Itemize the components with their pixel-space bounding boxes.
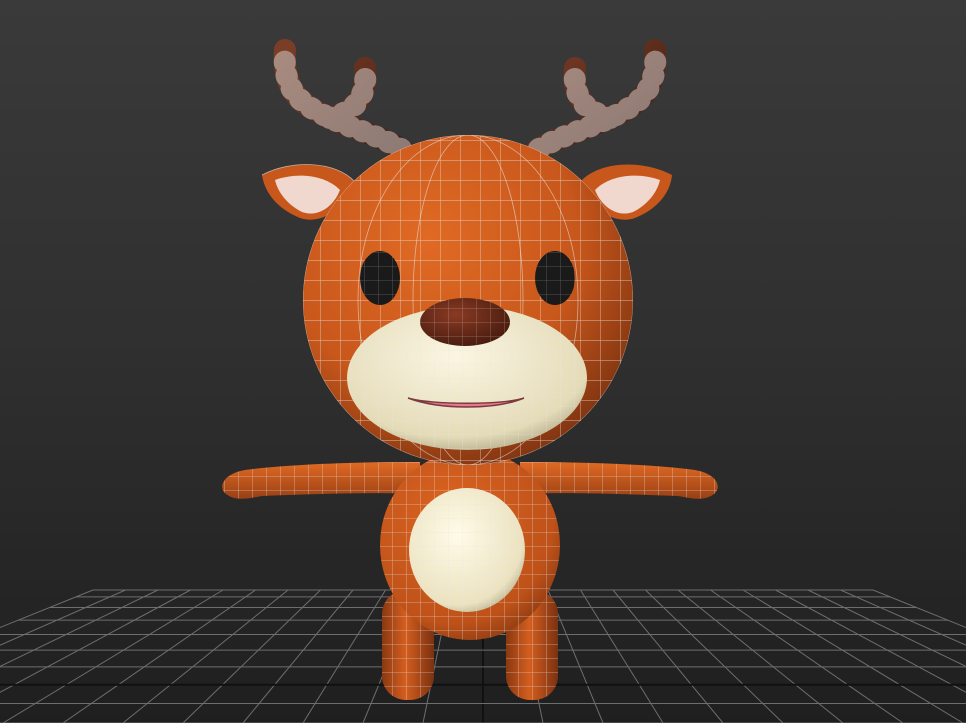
viewport-canvas[interactable] (0, 0, 966, 723)
right-antler[interactable] (517, 39, 667, 169)
left-antler[interactable] (273, 39, 423, 169)
body[interactable] (380, 450, 560, 640)
3d-viewport[interactable] (0, 0, 966, 723)
deer-model[interactable] (222, 39, 718, 700)
